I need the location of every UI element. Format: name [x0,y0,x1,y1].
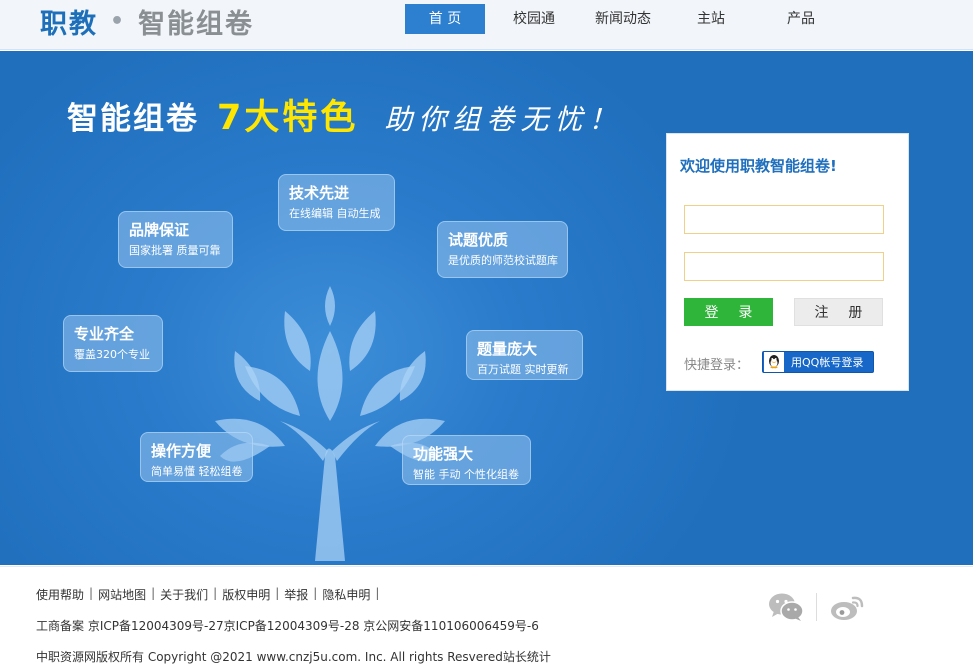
logo-brand-text: 职教 [40,8,98,40]
nav-item-home[interactable]: 首 页 [405,4,485,34]
headline-main: 智能组卷 [67,101,199,137]
footer-link-privacy[interactable]: 隐私申明 [322,586,370,603]
feature-title: 专业齐全 [74,325,135,343]
footer-separator: | [375,586,380,600]
feature-bubble-advanced-tech: 技术先进 在线编辑 自动生成 [278,174,395,231]
footer-separator: | [213,586,218,600]
site-footer: 使用帮助 | 网站地图 | 关于我们 | 版权申明 | 举报 | 隐私申明 | 工商备案 京… [0,566,973,666]
feature-title: 技术先进 [289,184,350,202]
nav-item-main-site[interactable]: 主站 [663,4,759,34]
logo-sub-text: 智能组卷 [138,8,255,40]
feature-title: 试题优质 [448,231,509,249]
feature-title: 功能强大 [413,445,474,463]
tree-illustration [215,286,445,561]
banner-headline: 智能组卷 7大特色 助你组卷无忧！ [67,89,622,140]
qq-login-button[interactable]: 用QQ帐号登录 [762,351,874,373]
password-input[interactable] [684,252,884,281]
logo-dot: • [110,8,127,34]
login-button[interactable]: 登 录 [684,298,773,326]
footer-link-help[interactable]: 使用帮助 [36,586,84,603]
register-button[interactable]: 注 册 [794,298,883,326]
feature-desc: 国家批署 质量可靠 [129,244,221,257]
feature-title: 品牌保证 [129,221,190,239]
footer-separator: | [89,586,94,600]
nav-item-news[interactable]: 新闻动态 [583,4,663,34]
icp-record: 工商备案 京ICP备12004309号-27京ICP备12004309号-28 … [36,619,539,633]
feature-bubble-usability: 操作方便 简单易懂 轻松组卷 [140,432,253,482]
nav-item-products[interactable]: 产品 [759,4,843,34]
feature-desc: 覆盖320个专业 [74,348,150,361]
feature-desc: 智能 手动 个性化组卷 [413,468,519,481]
nav-item-campus[interactable]: 校园通 [485,4,583,34]
tree-trunk [315,448,345,561]
weibo-icon[interactable] [829,592,865,622]
feature-desc: 在线编辑 自动生成 [289,207,381,220]
footer-separator: | [151,586,156,600]
footer-links: 使用帮助 | 网站地图 | 关于我们 | 版权申明 | 举报 | 隐私申明 | [36,586,384,603]
feature-title: 题量庞大 [477,340,538,358]
wechat-icon[interactable] [768,592,804,622]
feature-desc: 简单易懂 轻松组卷 [151,465,243,478]
feature-bubble-power: 功能强大 智能 手动 个性化组卷 [402,435,531,485]
copyright-text: 中职资源网版权所有 Copyright @2021 www.cnzj5u.com… [36,650,551,664]
username-input[interactable] [684,205,884,234]
footer-link-sitemap[interactable]: 网站地图 [98,586,146,603]
headline-slogan: 助你组卷无忧！ [384,103,623,136]
quick-login-label: 快捷登录： [684,358,750,373]
feature-bubble-volume: 题量庞大 百万试题 实时更新 [466,330,583,380]
social-links [768,592,865,622]
footer-separator: | [275,586,280,600]
headline-highlight: 7大特色 [217,98,359,138]
feature-desc: 是优质的师范校试题库 [448,254,558,267]
main-nav: 首 页 校园通 新闻动态 主站 产品 [405,4,843,34]
qq-penguin-icon [764,352,784,372]
login-title: 欢迎使用职教智能组卷! [680,157,837,175]
site-logo[interactable]: 职教 • 智能组卷 [40,3,255,40]
site-header: 职教 • 智能组卷 首 页 校园通 新闻动态 主站 产品 [0,0,973,50]
feature-bubble-brand: 品牌保证 国家批署 质量可靠 [118,211,233,268]
footer-link-report[interactable]: 举报 [284,586,308,603]
social-divider [816,593,817,621]
feature-bubble-majors: 专业齐全 覆盖320个专业 [63,315,163,372]
feature-desc: 百万试题 实时更新 [477,363,569,376]
qq-login-label: 用QQ帐号登录 [791,356,864,369]
feature-bubble-quality: 试题优质 是优质的师范校试题库 [437,221,568,278]
footer-separator: | [313,586,318,600]
hero-banner: 智能组卷 7大特色 助你组卷无忧！ 技术先进 在线编辑 自动生成 品牌保证 国家… [0,51,973,565]
footer-link-copyright[interactable]: 版权申明 [222,586,270,603]
footer-link-about[interactable]: 关于我们 [160,586,208,603]
login-panel: 欢迎使用职教智能组卷! 登 录 注 册 快捷登录： 用QQ帐号登录 [666,133,909,391]
feature-title: 操作方便 [151,442,212,460]
